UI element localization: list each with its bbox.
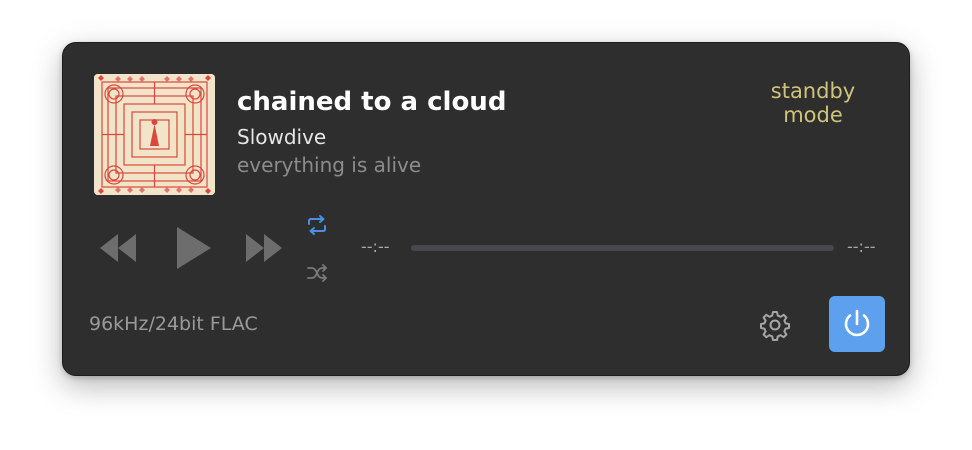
fast-forward-button[interactable] xyxy=(243,229,283,267)
rewind-icon xyxy=(100,234,136,262)
shuffle-icon xyxy=(307,264,327,282)
play-button[interactable] xyxy=(173,225,213,271)
repeat-toggle[interactable] xyxy=(305,213,329,237)
track-title: chained to a cloud xyxy=(237,87,507,117)
progress-bar[interactable] xyxy=(411,245,834,251)
elapsed-time: --:-- xyxy=(361,237,390,256)
rewind-button[interactable] xyxy=(99,229,139,267)
play-icon xyxy=(177,227,211,269)
track-artist: Slowdive xyxy=(237,125,327,149)
power-icon xyxy=(844,309,870,337)
player-panel: chained to a cloud Slowdive everything i… xyxy=(62,42,910,376)
album-art xyxy=(94,74,215,195)
audio-format: 96kHz/24bit FLAC xyxy=(89,313,258,335)
settings-button[interactable] xyxy=(759,309,791,341)
gear-icon xyxy=(760,311,790,341)
standby-line-2: mode xyxy=(783,103,843,127)
standby-line-1: standby xyxy=(770,79,856,103)
fast-forward-icon xyxy=(246,234,282,262)
standby-status: standby mode xyxy=(753,79,873,127)
power-button[interactable] xyxy=(829,296,885,352)
track-album: everything is alive xyxy=(237,153,422,177)
repeat-icon xyxy=(308,215,326,235)
shuffle-toggle[interactable] xyxy=(305,261,329,285)
remaining-time: --:-- xyxy=(847,237,876,256)
